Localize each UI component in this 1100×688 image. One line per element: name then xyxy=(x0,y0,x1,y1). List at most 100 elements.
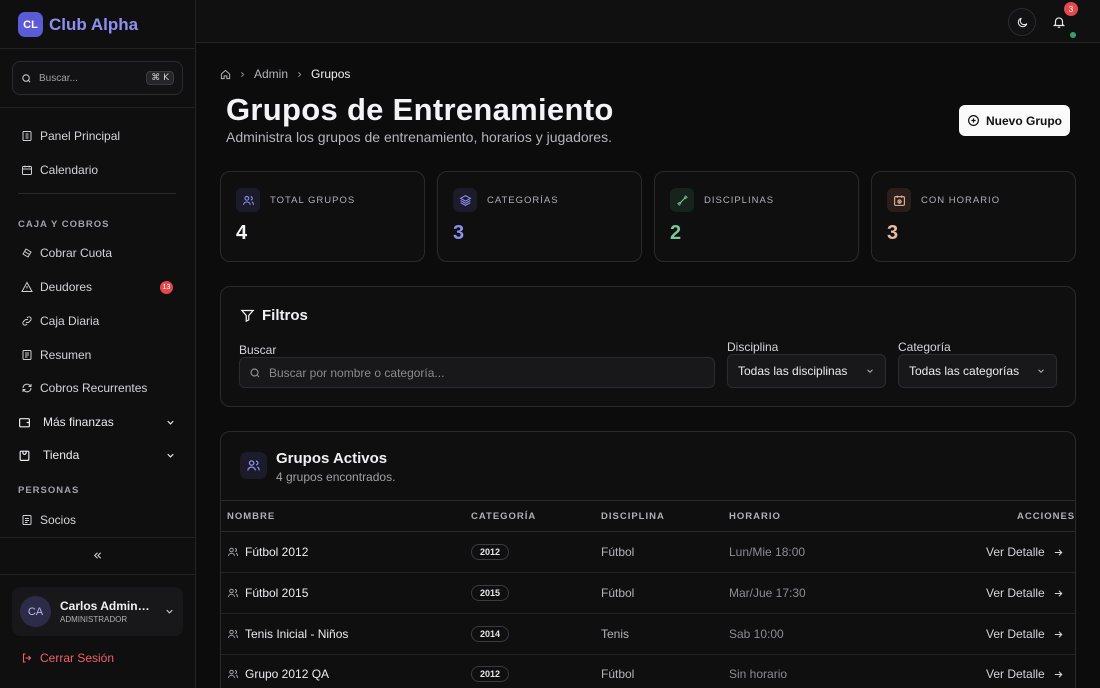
table-row[interactable]: Grupo 2012 QA 2012 Fútbol Sin horario Ve… xyxy=(221,654,1075,688)
nav-item-calendario[interactable]: Calendario xyxy=(21,160,98,180)
group-name: Fútbol 2015 xyxy=(245,586,309,600)
brand-name: Club Alpha xyxy=(49,14,139,34)
sidebar-divider xyxy=(0,48,196,49)
users-icon xyxy=(236,188,260,212)
user-icon xyxy=(227,587,239,599)
schedule-cell: Lun/Mie 18:00 xyxy=(729,545,806,559)
notifications-count-badge: 3 xyxy=(1064,2,1078,16)
page-title: Grupos de Entrenamiento xyxy=(226,92,614,127)
table-row[interactable]: Fútbol 2012 2012 Fútbol Lun/Mie 18:00 Ve… xyxy=(221,532,1075,573)
discipline-cell: Tenis xyxy=(601,627,630,641)
topbar xyxy=(196,0,1100,43)
nav-group-mas-finanzas[interactable]: Más finanzas xyxy=(18,412,176,432)
stat-card-total-grupos: TOTAL GRUPOS 4 xyxy=(220,171,425,262)
filters-title: Filtros xyxy=(240,307,308,324)
breadcrumb-admin[interactable]: Admin xyxy=(254,67,288,81)
table-row[interactable]: Tenis Inicial - Niños 2014 Tenis Sab 10:… xyxy=(221,614,1075,655)
groups-title: Grupos Activos xyxy=(276,450,388,467)
group-name: Grupo 2012 QA xyxy=(245,667,330,681)
groups-panel: Grupos Activos 4 grupos encontrados. NOM… xyxy=(220,431,1076,688)
breadcrumb-current: Grupos xyxy=(311,67,351,81)
search-icon xyxy=(249,367,261,379)
stat-label: CATEGORÍAS xyxy=(487,195,559,206)
categoria-select-value: Todas las categorías xyxy=(909,364,1020,378)
stat-value: 3 xyxy=(453,222,465,244)
user-menu[interactable]: CA Carlos Administrador ADMINISTRADOR xyxy=(12,587,183,636)
collapse-sidebar-button[interactable] xyxy=(92,550,103,561)
home-icon[interactable] xyxy=(220,69,231,80)
brand-logo: CL xyxy=(18,12,43,37)
nav-item-resumen[interactable]: Resumen xyxy=(21,345,91,365)
plus-circle-icon xyxy=(967,114,980,127)
filters-title-label: Filtros xyxy=(262,307,308,324)
view-detail-button[interactable]: Ver Detalle xyxy=(986,627,1064,641)
nav-label: Cobrar Cuota xyxy=(40,246,113,260)
view-detail-button[interactable]: Ver Detalle xyxy=(986,586,1064,600)
column-header-nombre[interactable]: NOMBRE xyxy=(227,511,275,522)
discipline-cell: Fútbol xyxy=(601,545,635,559)
disciplina-label: Disciplina xyxy=(727,340,779,354)
search-icon xyxy=(21,73,32,84)
user-name: Carlos Administrador xyxy=(60,599,150,613)
theme-toggle-button[interactable] xyxy=(1008,8,1036,36)
nav-item-panel-principal[interactable]: Panel Principal xyxy=(21,126,120,146)
group-search-placeholder: Buscar por nombre o categoría... xyxy=(269,365,445,380)
view-detail-label: Ver Detalle xyxy=(986,627,1045,641)
avatar: CA xyxy=(20,596,51,627)
credit-card-icon xyxy=(21,247,33,259)
column-header-horario[interactable]: HORARIO xyxy=(729,511,781,522)
sidebar-search[interactable]: Buscar... ⌘ K xyxy=(12,61,183,95)
table-header: NOMBRE CATEGORÍA DISCIPLINA HORARIO ACCI… xyxy=(221,500,1075,532)
brand[interactable]: CL Club Alpha xyxy=(18,12,138,37)
dumbbell-icon xyxy=(670,188,694,212)
nav-item-deudores[interactable]: Deudores xyxy=(21,277,92,297)
categoria-select[interactable]: Todas las categorías xyxy=(898,354,1057,388)
layout-grid-icon xyxy=(21,130,33,142)
nav-label: Calendario xyxy=(40,163,99,177)
nav-label: Panel Principal xyxy=(40,129,121,143)
column-header-disciplina[interactable]: DISCIPLINA xyxy=(601,511,665,522)
table-row[interactable]: Fútbol 2015 2015 Fútbol Mar/Jue 17:30 Ve… xyxy=(221,573,1075,614)
nav-group-tienda[interactable]: Tienda xyxy=(18,445,176,465)
schedule-cell: Sin horario xyxy=(729,667,788,681)
group-name: Tenis Inicial - Niños xyxy=(245,627,349,641)
chevron-down-icon xyxy=(1036,366,1046,376)
nav-item-cobrar-cuota[interactable]: Cobrar Cuota xyxy=(21,243,112,263)
nav-group-label: Más finanzas xyxy=(43,415,114,429)
disciplina-select[interactable]: Todas las disciplinas xyxy=(727,354,886,388)
user-icon xyxy=(227,668,239,680)
section-title-caja: CAJA Y COBROS xyxy=(18,219,110,230)
nav-label: Cobros Recurrentes xyxy=(40,381,148,395)
chevron-down-icon xyxy=(865,366,875,376)
breadcrumb: Admin Grupos xyxy=(220,67,350,81)
groups-count: 4 grupos encontrados. xyxy=(276,470,396,484)
search-label: Buscar xyxy=(239,343,277,357)
filters-panel: Filtros Buscar Buscar por nombre o categ… xyxy=(220,286,1076,407)
nav-group-label: Tienda xyxy=(43,448,80,462)
section-title-personas: PERSONAS xyxy=(18,485,80,496)
alert-triangle-icon xyxy=(21,281,33,293)
new-group-button[interactable]: Nuevo Grupo xyxy=(959,105,1070,136)
stat-label: TOTAL GRUPOS xyxy=(270,195,356,206)
chevrons-left-icon xyxy=(92,550,103,561)
stat-value: 2 xyxy=(670,222,682,244)
view-detail-button[interactable]: Ver Detalle xyxy=(986,667,1064,681)
stat-card-con-horario: CON HORARIO 3 xyxy=(871,171,1076,262)
bell-icon xyxy=(1052,15,1066,29)
logout-button[interactable]: Cerrar Sesión xyxy=(21,651,114,665)
stat-card-disciplinas: DISCIPLINAS 2 xyxy=(654,171,859,262)
column-header-acciones: ACCIONES xyxy=(1017,511,1076,522)
group-name: Fútbol 2012 xyxy=(245,545,309,559)
stat-label: DISCIPLINAS xyxy=(704,195,775,206)
group-name-cell: Fútbol 2015 xyxy=(227,586,308,600)
users-icon xyxy=(240,452,267,479)
nav-item-caja-diaria[interactable]: Caja Diaria xyxy=(21,311,99,331)
view-detail-label: Ver Detalle xyxy=(986,545,1045,559)
store-icon xyxy=(18,449,31,462)
group-search-input[interactable]: Buscar por nombre o categoría... xyxy=(239,357,715,388)
nav-item-cobros-recurrentes[interactable]: Cobros Recurrentes xyxy=(21,378,147,398)
category-badge: 2012 xyxy=(471,544,510,560)
column-header-categoria[interactable]: CATEGORÍA xyxy=(471,511,536,522)
nav-item-socios[interactable]: Socios xyxy=(21,510,76,530)
view-detail-button[interactable]: Ver Detalle xyxy=(986,545,1064,559)
